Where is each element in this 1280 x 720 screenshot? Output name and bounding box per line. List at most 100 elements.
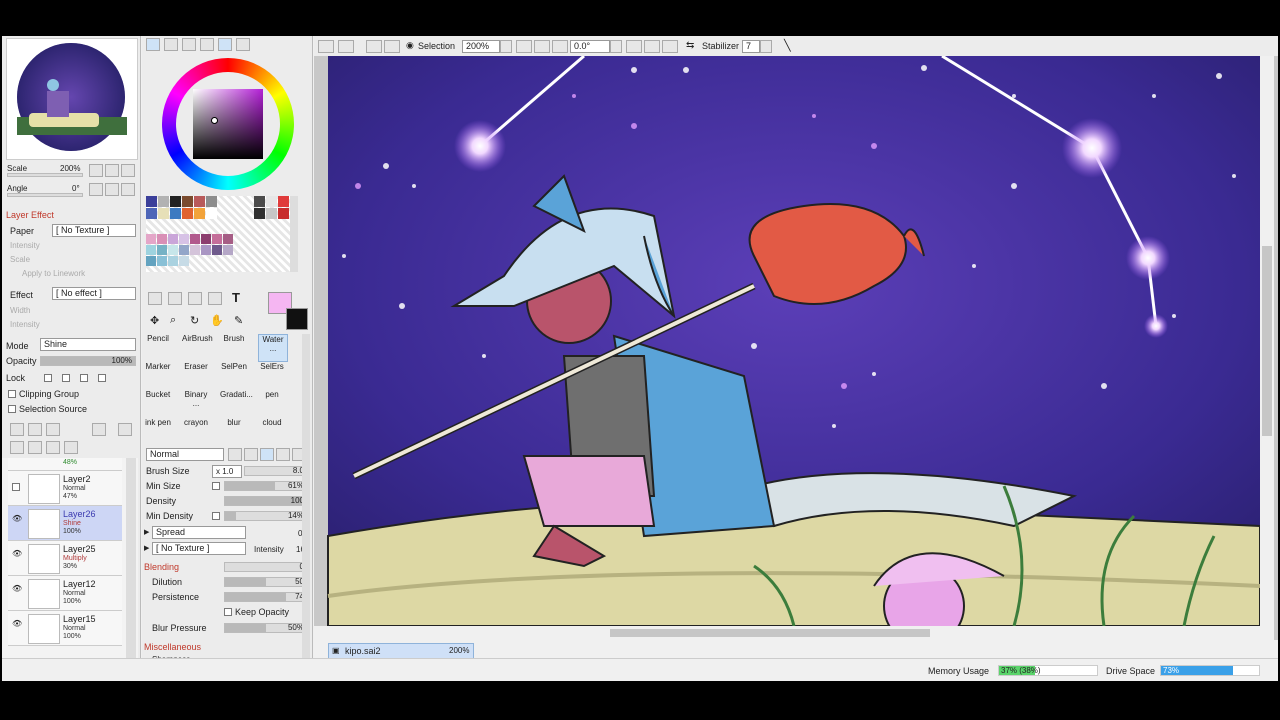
zoom-plus-icon[interactable]	[534, 40, 550, 53]
layer-row-layer12[interactable]: 👁 Layer12 Normal 100%	[8, 576, 122, 611]
merge-down-button[interactable]	[28, 441, 42, 454]
selection-toggle-icon[interactable]: ◉	[406, 40, 414, 51]
lock-paint-toggle[interactable]	[62, 374, 70, 382]
canvas-horizontal-scrollbar[interactable]	[314, 626, 1260, 640]
new-linework-layer-button[interactable]	[28, 423, 42, 436]
move-icon[interactable]: ✥	[150, 314, 159, 327]
saturation-value-square[interactable]	[193, 89, 263, 159]
layer-row-layer26[interactable]: 👁 Layer26 Shine 100%	[8, 506, 122, 541]
line-correction-icon[interactable]: ╲	[784, 39, 791, 52]
spread-select[interactable]: Spread	[152, 526, 246, 539]
lock-all-toggle[interactable]	[98, 374, 106, 382]
navigator-preview[interactable]	[6, 38, 138, 160]
keep-opacity-checkbox[interactable]	[224, 608, 232, 616]
swatch-grid[interactable]	[146, 196, 298, 272]
zoom-fit-icon[interactable]	[552, 40, 568, 53]
tool-gradation[interactable]: Gradati...	[220, 390, 253, 416]
background-color[interactable]	[286, 308, 308, 330]
new-folder-button[interactable]	[46, 423, 60, 436]
brush-size-slider[interactable]: 8.0	[244, 466, 308, 476]
layer-row-partial[interactable]: 48%	[8, 458, 122, 471]
transfer-down-button[interactable]	[10, 441, 24, 454]
tool-panel-scrollbar[interactable]	[302, 334, 310, 658]
layer-visibility-toggle[interactable]	[12, 483, 20, 491]
zoom-out-button[interactable]	[89, 164, 103, 177]
tool-eraser[interactable]: Eraser	[182, 362, 210, 388]
zoom-field[interactable]: 200%	[462, 40, 500, 53]
tool-marker[interactable]: Marker	[144, 362, 172, 388]
blur-pressure-slider[interactable]: 50%	[224, 623, 308, 633]
layer-settings-button[interactable]	[118, 423, 132, 436]
zoom-in-button[interactable]	[105, 164, 119, 177]
persistence-slider[interactable]: 74	[224, 592, 308, 602]
texture-expander-icon[interactable]: ▶	[144, 544, 149, 552]
tool-crayon[interactable]: crayon	[182, 418, 210, 444]
brush-shape-round-soft[interactable]	[244, 448, 258, 461]
rotate-cw-icon[interactable]	[644, 40, 660, 53]
layer-mask-button[interactable]	[92, 423, 106, 436]
redo-icon[interactable]	[338, 40, 354, 53]
min-density-slider[interactable]: 14%	[224, 511, 308, 521]
blending-slider[interactable]: 0	[224, 562, 308, 572]
lock-move-toggle[interactable]	[80, 374, 88, 382]
color-wheel-tab[interactable]	[146, 38, 160, 51]
eye-icon[interactable]: 👁	[12, 515, 22, 523]
zoom-dropdown-icon[interactable]	[500, 40, 512, 53]
paper-select[interactable]: [ No Texture ]	[52, 224, 136, 237]
eye-icon[interactable]: 👁	[12, 550, 22, 558]
layer-row-layer15[interactable]: 👁 Layer15 Normal 100%	[8, 611, 122, 646]
lock-transparency-toggle[interactable]	[44, 374, 52, 382]
density-slider[interactable]: 100	[224, 496, 308, 506]
magic-wand-icon[interactable]	[188, 292, 202, 305]
rotate-reset-button[interactable]	[121, 183, 135, 196]
stabilizer-field[interactable]: 7	[742, 40, 760, 53]
scratchpad-tab[interactable]	[236, 38, 250, 51]
tool-binary[interactable]: Binary ...	[182, 390, 210, 416]
rotation-dropdown-icon[interactable]	[610, 40, 622, 53]
tool-blur[interactable]: blur	[220, 418, 248, 444]
eye-icon[interactable]: 👁	[12, 585, 22, 593]
canvas-area[interactable]	[314, 56, 1278, 640]
flip-horizontal-icon[interactable]: ⇆	[686, 40, 694, 51]
swatches-tab[interactable]	[218, 38, 232, 51]
brush-size-multiplier[interactable]: x 1.0	[212, 465, 242, 478]
canvas-vertical-scrollbar[interactable]	[1260, 56, 1274, 640]
rotation-field[interactable]: 0.0°	[570, 40, 610, 53]
blend-mode-select[interactable]: Shine	[40, 338, 136, 351]
brush-blend-mode-select[interactable]: Normal	[146, 448, 224, 461]
artwork[interactable]	[314, 56, 1278, 640]
tool-pencil[interactable]: Pencil	[144, 334, 172, 360]
min-size-slider[interactable]: 61%	[224, 481, 308, 491]
color-mixer-tab[interactable]	[200, 38, 214, 51]
layer-row-layer25[interactable]: 👁 Layer25 Multiply 30%	[8, 541, 122, 576]
zoom-minus-icon[interactable]	[516, 40, 532, 53]
spread-expander-icon[interactable]: ▶	[144, 528, 149, 536]
delete-layer-button[interactable]	[64, 441, 78, 454]
brush-shape-square[interactable]	[276, 448, 290, 461]
rotate-icon[interactable]: ↻	[190, 314, 199, 327]
tool-brush[interactable]: Brush	[220, 334, 248, 360]
min-density-checkbox[interactable]	[212, 512, 220, 520]
hsv-slider-tab[interactable]	[182, 38, 196, 51]
min-size-checkbox[interactable]	[212, 482, 220, 490]
lasso-icon[interactable]	[168, 292, 182, 305]
text-tool-icon[interactable]: T	[232, 290, 240, 305]
selection-source-checkbox[interactable]	[8, 405, 16, 413]
angle-slider[interactable]	[7, 193, 83, 197]
rotate-right-button[interactable]	[105, 183, 119, 196]
scale-slider[interactable]	[7, 173, 83, 177]
eye-icon[interactable]: 👁	[12, 620, 22, 628]
tool-watercolor[interactable]: Water ...	[258, 334, 288, 362]
eyedropper-icon[interactable]: ✎	[234, 314, 243, 327]
hand-icon[interactable]: ✋	[210, 314, 224, 327]
invert-selection-icon[interactable]	[384, 40, 400, 53]
blending-header[interactable]: Blending	[144, 562, 179, 572]
fill-select-icon[interactable]	[208, 292, 222, 305]
zoom-icon[interactable]: ⌕	[170, 314, 176, 327]
stabilizer-dropdown-icon[interactable]	[760, 40, 772, 53]
miscellaneous-header[interactable]: Miscellaneous	[144, 642, 201, 652]
tool-pen[interactable]: pen	[258, 390, 286, 416]
rotation-reset-icon[interactable]	[662, 40, 678, 53]
zoom-reset-button[interactable]	[121, 164, 135, 177]
brush-shape-round-sharp[interactable]	[228, 448, 242, 461]
